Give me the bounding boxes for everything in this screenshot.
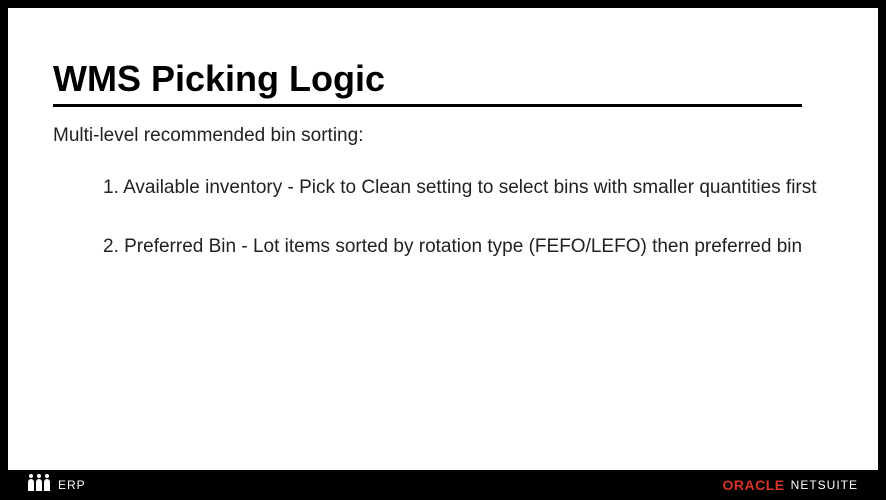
brand-netsuite: NETSUITE — [791, 478, 858, 492]
footer-bar: ERP ORACLE NETSUITE — [0, 470, 886, 500]
brand-oracle: ORACLE — [723, 477, 785, 493]
footer-left: ERP — [28, 478, 86, 492]
list-item: 2. Preferred Bin - Lot items sorted by r… — [103, 234, 833, 261]
people-icon — [28, 479, 50, 491]
bullet-list: 1. Available inventory - Pick to Clean s… — [53, 175, 833, 260]
slide-content: WMS Picking Logic Multi-level recommende… — [8, 8, 878, 470]
footer-right: ORACLE NETSUITE — [723, 477, 858, 493]
slide-title: WMS Picking Logic — [53, 58, 802, 107]
footer-left-label: ERP — [58, 478, 86, 492]
slide-container: WMS Picking Logic Multi-level recommende… — [0, 0, 886, 500]
slide-subtitle: Multi-level recommended bin sorting: — [53, 125, 833, 147]
list-item: 1. Available inventory - Pick to Clean s… — [103, 175, 833, 202]
